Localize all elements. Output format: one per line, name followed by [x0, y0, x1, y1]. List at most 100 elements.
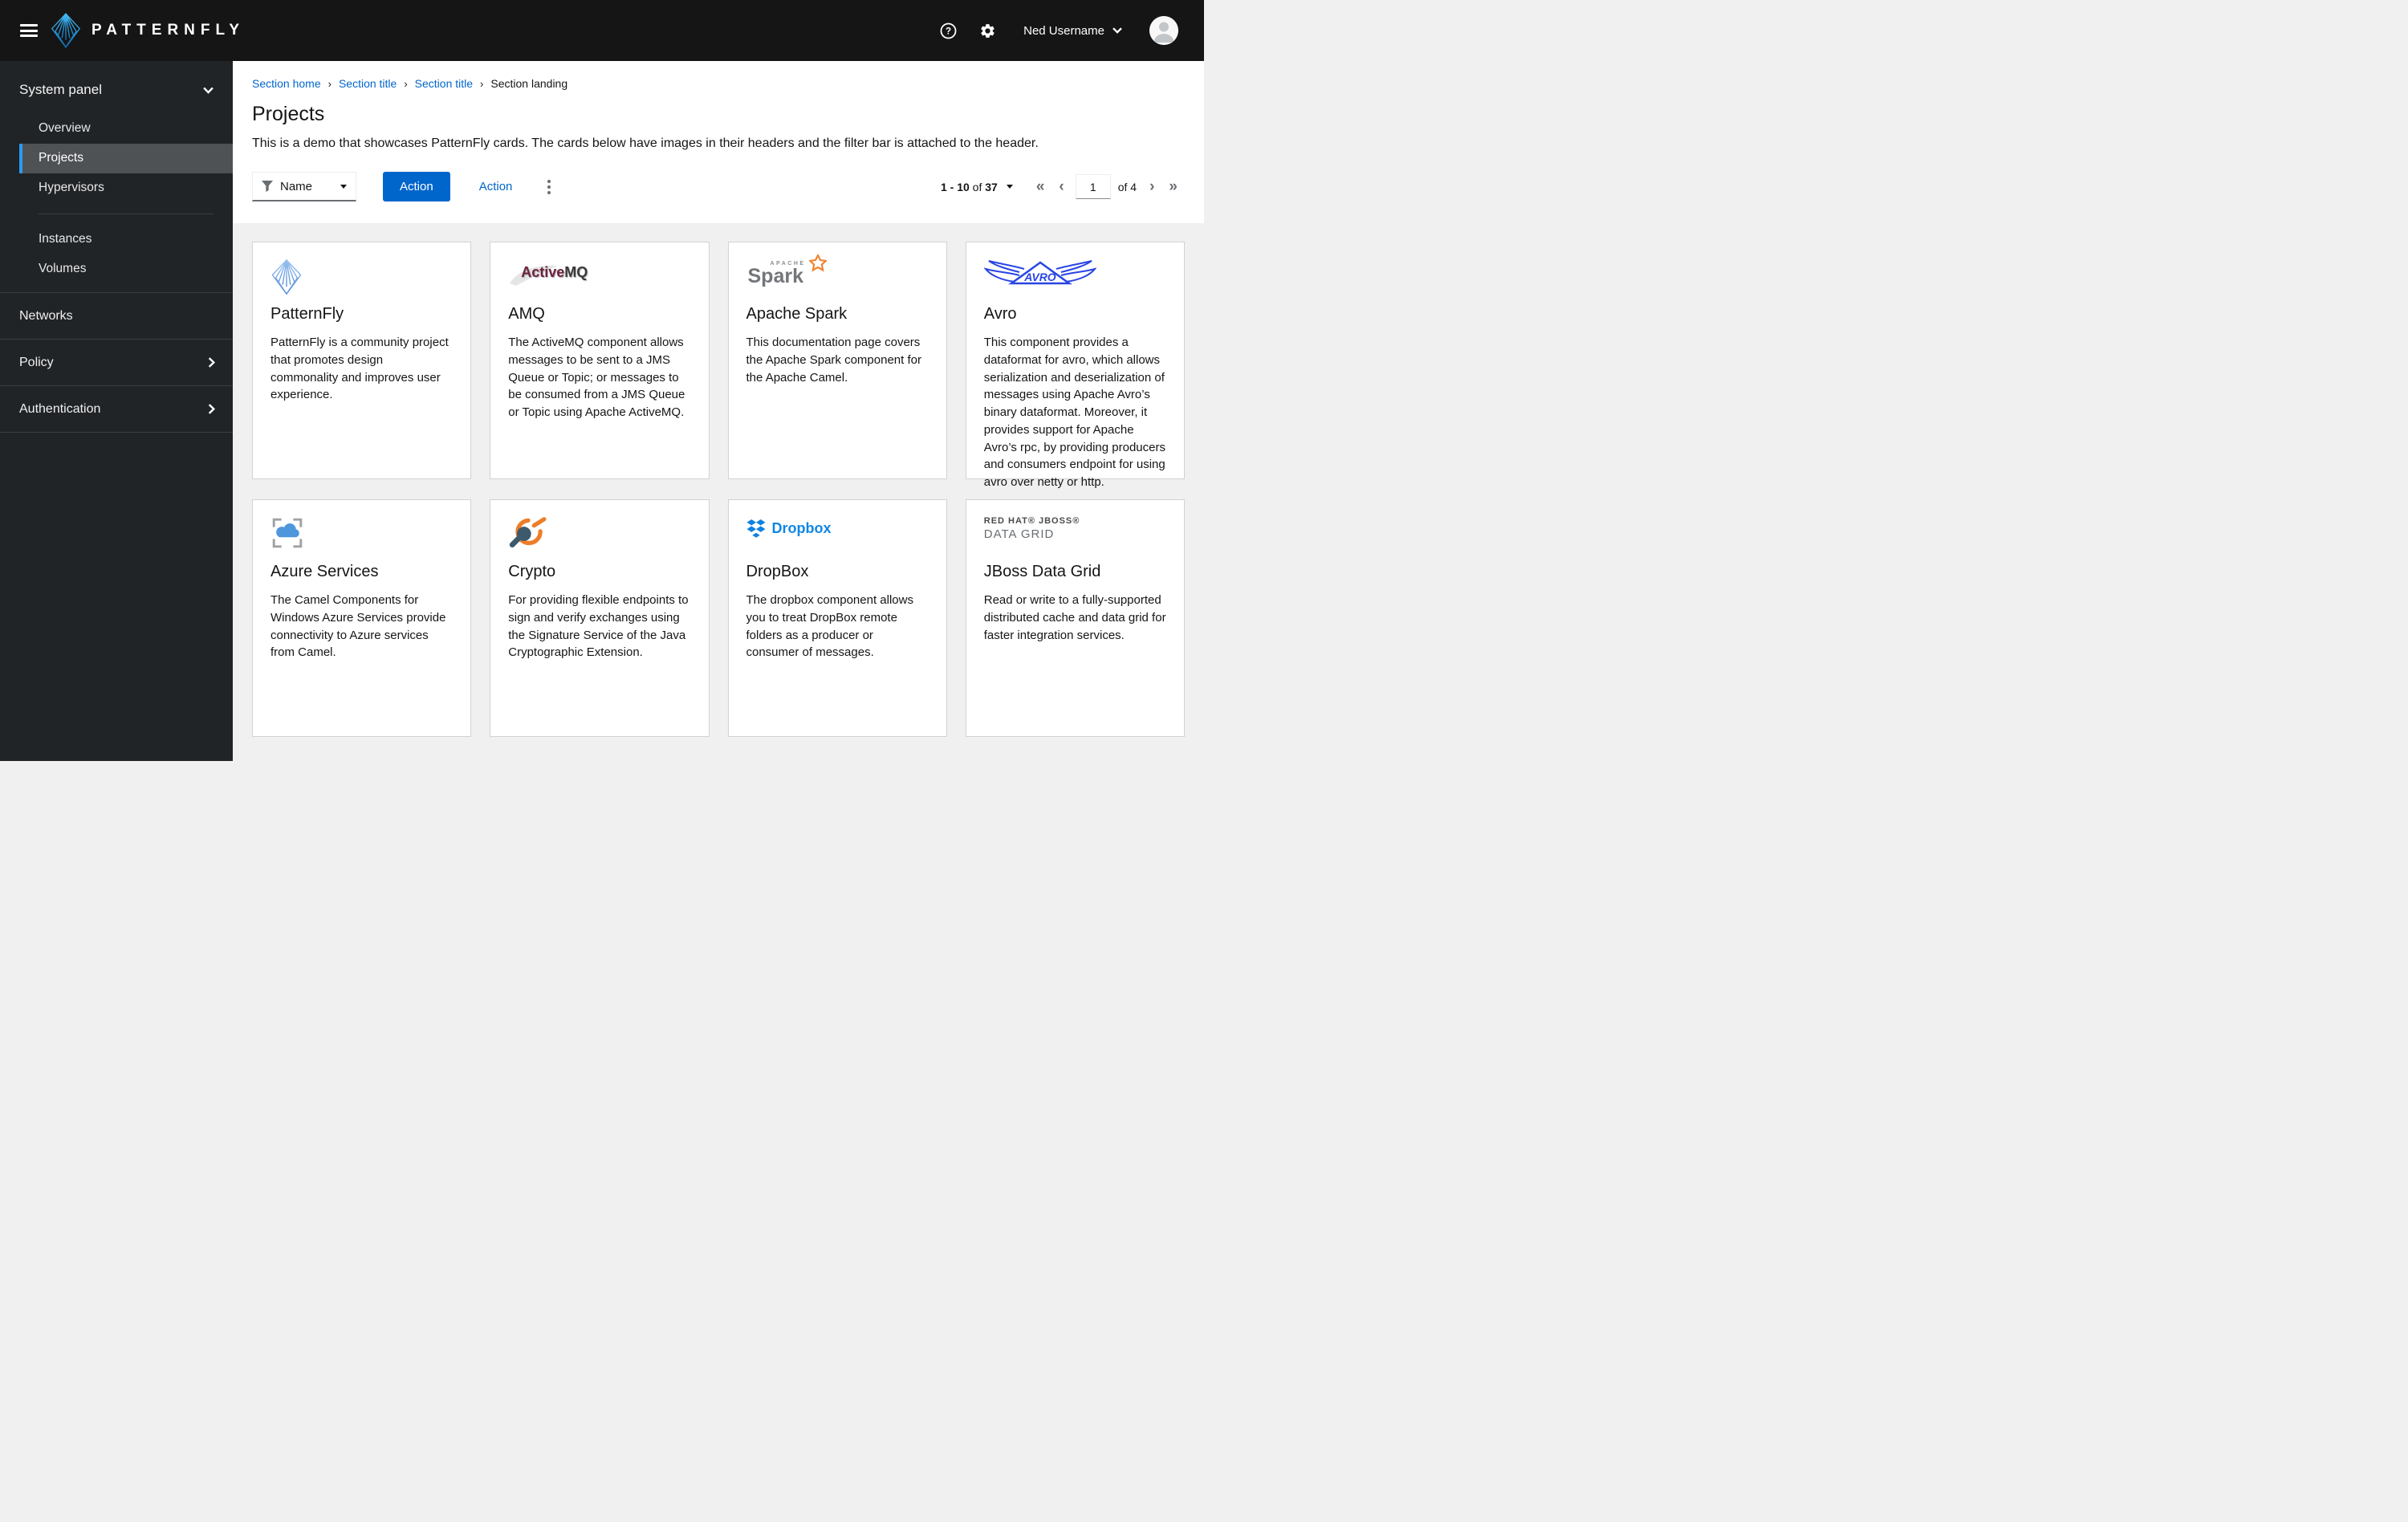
breadcrumb-separator-icon: › [327, 77, 332, 90]
filter-selected-value: Name [280, 179, 313, 193]
sidebar-item-volumes[interactable]: Volumes [19, 254, 233, 284]
card-title: Azure Services [270, 563, 379, 580]
sidebar-item-projects[interactable]: Projects [19, 144, 233, 173]
secondary-action-link[interactable]: Action [479, 180, 513, 193]
card-jboss-data-grid: RED HAT® JBOSS® DATA GRID JBoss Data Gri… [965, 499, 1185, 737]
previous-page-button[interactable]: ‹ [1051, 179, 1071, 194]
caret-down-icon [1006, 185, 1013, 189]
card-patternfly: PatternFly PatternFly is a community pro… [252, 242, 472, 479]
card-title: PatternFly [270, 305, 344, 323]
card-description: Read or write to a fully-supported distr… [983, 593, 1166, 642]
sidebar-item-label: Hypervisors [39, 181, 104, 194]
card-description: The ActiveMQ component allows messages t… [508, 336, 685, 419]
brand-link[interactable]: PATTERNFLY [51, 12, 245, 49]
pagination-menu-toggle[interactable]: 1 - 10 of 37 [941, 181, 1013, 193]
card-grid: PatternFly PatternFly is a community pro… [233, 223, 1204, 756]
sidebar-item-overview[interactable]: Overview [19, 114, 233, 144]
first-page-button[interactable]: « [1029, 179, 1052, 194]
chevron-right-icon [208, 357, 215, 368]
card-description: The Camel Components for Windows Azure S… [270, 593, 446, 660]
angle-right-icon: › [1149, 178, 1155, 195]
masthead: PATTERNFLY ? Ned Username [0, 0, 1204, 61]
hamburger-icon [20, 24, 38, 26]
chevron-down-icon [1112, 27, 1122, 34]
angle-left-icon: ‹ [1059, 178, 1064, 195]
apache-spark-logo: APACHE Spark [746, 254, 827, 295]
cloud-icon [276, 523, 299, 538]
sidebar-item-label: Overview [39, 121, 91, 135]
card-title: Avro [983, 305, 1017, 323]
card-amq: ActiveMQ AMQ The ActiveMQ component allo… [490, 242, 710, 479]
sidebar-item-instances[interactable]: Instances [19, 225, 233, 254]
settings-button[interactable] [979, 22, 996, 39]
sidebar-item-policy[interactable]: Policy [0, 340, 233, 385]
avro-logo: AVRO [983, 260, 1096, 285]
sidebar-item-label: Networks [19, 308, 73, 323]
activemq-logo: ActiveMQ [508, 258, 645, 291]
filter-select[interactable]: Name [252, 172, 356, 201]
sidebar-section-system-panel[interactable]: System panel [0, 61, 233, 111]
patternfly-logo-icon [51, 13, 81, 48]
caret-down-icon [340, 184, 347, 189]
sidebar-item-label: Authentication [19, 401, 101, 416]
sidebar-item-hypervisors[interactable]: Hypervisors [19, 173, 233, 203]
pagination-range: 1 - 10 of 37 [940, 180, 998, 193]
sidebar-item-networks[interactable]: Networks [0, 293, 233, 339]
user-menu-toggle[interactable]: Ned Username [1019, 23, 1127, 39]
breadcrumb-current: Section landing [490, 77, 568, 90]
crypto-logo [510, 517, 547, 548]
card-title: JBoss Data Grid [983, 563, 1101, 580]
breadcrumb-link[interactable]: Section home [252, 77, 321, 90]
dropbox-box-icon [746, 519, 765, 538]
breadcrumb-link[interactable]: Section title [339, 77, 397, 90]
card-description: For providing flexible endpoints to sign… [508, 593, 689, 660]
next-page-button[interactable]: › [1142, 179, 1161, 194]
pagination: 1 - 10 of 37 « ‹ of 4 › » [941, 174, 1185, 199]
primary-action-button[interactable]: Action [383, 172, 450, 201]
card-title: DropBox [746, 563, 809, 580]
brand-text: PATTERNFLY [92, 22, 246, 39]
page-title: Projects [252, 103, 325, 125]
last-page-button[interactable]: » [1161, 179, 1185, 194]
main-content: Section home › Section title › Section t… [233, 61, 1204, 761]
card-apache-spark: APACHE Spark Apache Spark This documenta… [727, 242, 947, 479]
page-count-label: of 4 [1117, 180, 1137, 193]
sidebar-divider [0, 432, 233, 433]
nav-toggle-button[interactable] [20, 19, 38, 42]
username: Ned Username [1023, 23, 1104, 38]
svg-text:?: ? [946, 26, 951, 36]
breadcrumb-link[interactable]: Section title [415, 77, 473, 90]
dropbox-logo: Dropbox [746, 519, 832, 538]
card-title: Apache Spark [746, 305, 848, 323]
card-description: This component provides a dataformat for… [983, 336, 1165, 489]
breadcrumb: Section home › Section title › Section t… [252, 77, 1185, 90]
sidebar-item-authentication[interactable]: Authentication [0, 386, 233, 432]
page-header: Section home › Section title › Section t… [233, 61, 1204, 223]
card-description: This documentation page covers the Apach… [746, 336, 921, 385]
sidebar-item-label: Projects [39, 151, 83, 165]
help-icon: ? [940, 22, 957, 39]
page-number-input[interactable] [1075, 174, 1111, 199]
sidebar-item-label: Volumes [39, 262, 87, 275]
card-title: AMQ [508, 305, 545, 323]
help-button[interactable]: ? [940, 22, 957, 39]
avatar[interactable] [1149, 16, 1178, 45]
star-icon [808, 254, 827, 272]
patternfly-card-logo [271, 258, 302, 295]
sidebar-item-label: Instances [39, 232, 92, 246]
angle-double-right-icon: » [1169, 178, 1178, 195]
chevron-right-icon [208, 404, 215, 414]
azure-logo [272, 518, 303, 548]
sidebar-item-label: Policy [19, 355, 54, 369]
card-description: PatternFly is a community project that p… [270, 336, 449, 402]
breadcrumb-separator-icon: › [404, 77, 408, 90]
kebab-menu-button[interactable] [543, 175, 555, 199]
card-dropbox: Dropbox DropBox The dropbox component al… [727, 499, 947, 737]
card-azure-services: Azure Services The Camel Components for … [252, 499, 472, 737]
filter-icon [262, 181, 273, 192]
toolbar: Name Action Action 1 - 10 of 37 « ‹ of 4… [252, 172, 1185, 223]
kebab-icon [547, 179, 551, 183]
page-description: This is a demo that showcases PatternFly… [252, 136, 1039, 150]
gear-icon [981, 23, 995, 38]
user-avatar-icon [1149, 16, 1178, 45]
